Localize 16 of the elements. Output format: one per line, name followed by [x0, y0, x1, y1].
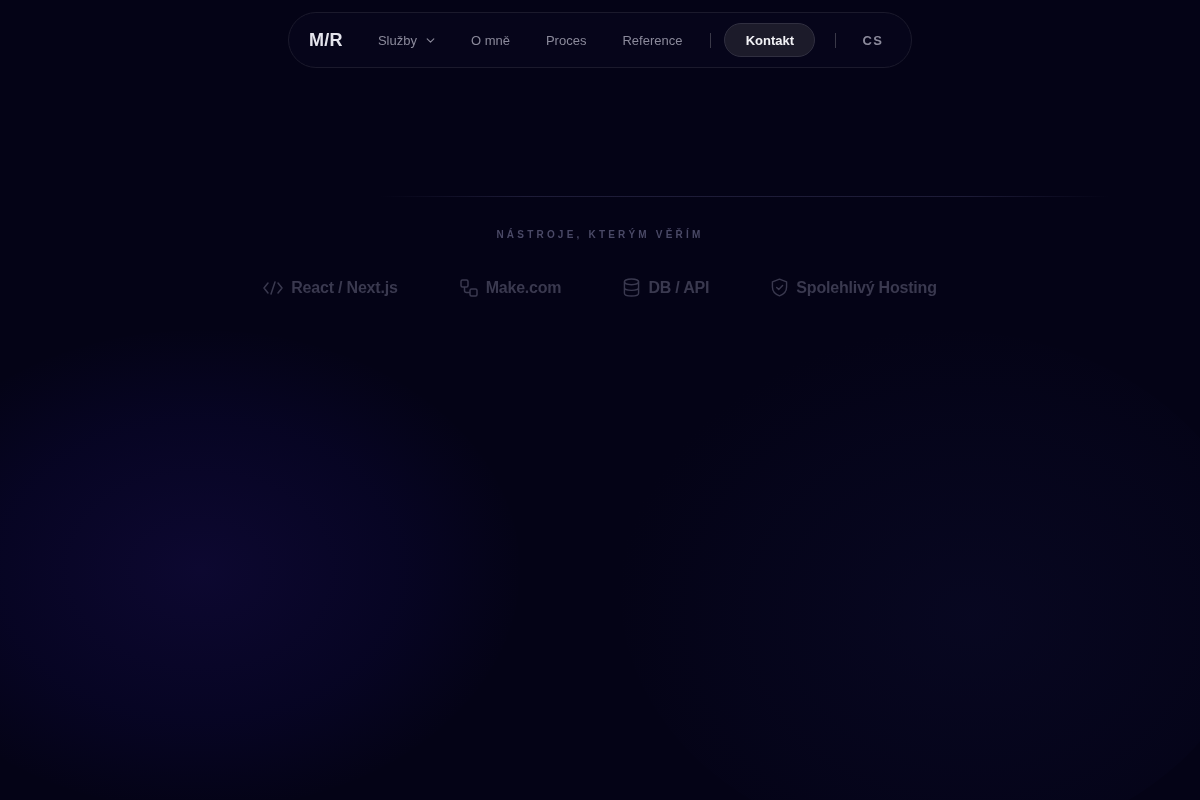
- code-icon: [263, 280, 284, 295]
- shield-check-icon: [771, 278, 789, 297]
- nav-link[interactable]: Reference: [622, 32, 683, 48]
- language-link[interactable]: CS: [862, 32, 884, 48]
- nav-link[interactable]: Proces: [545, 32, 587, 48]
- contact-button[interactable]: Kontakt: [724, 23, 816, 57]
- database-icon: [623, 278, 641, 297]
- logo[interactable]: M/R: [309, 29, 343, 51]
- tool-label: Spolehlivý Hosting: [796, 278, 937, 297]
- tool-label: Make.com: [485, 278, 562, 297]
- tool-label: React / Next.js: [291, 278, 398, 297]
- section-heading: NÁSTROJE, KTERÝM VĚŘÍM: [496, 229, 704, 240]
- tool-label: DB / API: [648, 278, 710, 297]
- nav-link[interactable]: Služby: [377, 32, 435, 48]
- workflow-icon: [459, 278, 478, 297]
- nav-link[interactable]: O mně: [470, 32, 510, 48]
